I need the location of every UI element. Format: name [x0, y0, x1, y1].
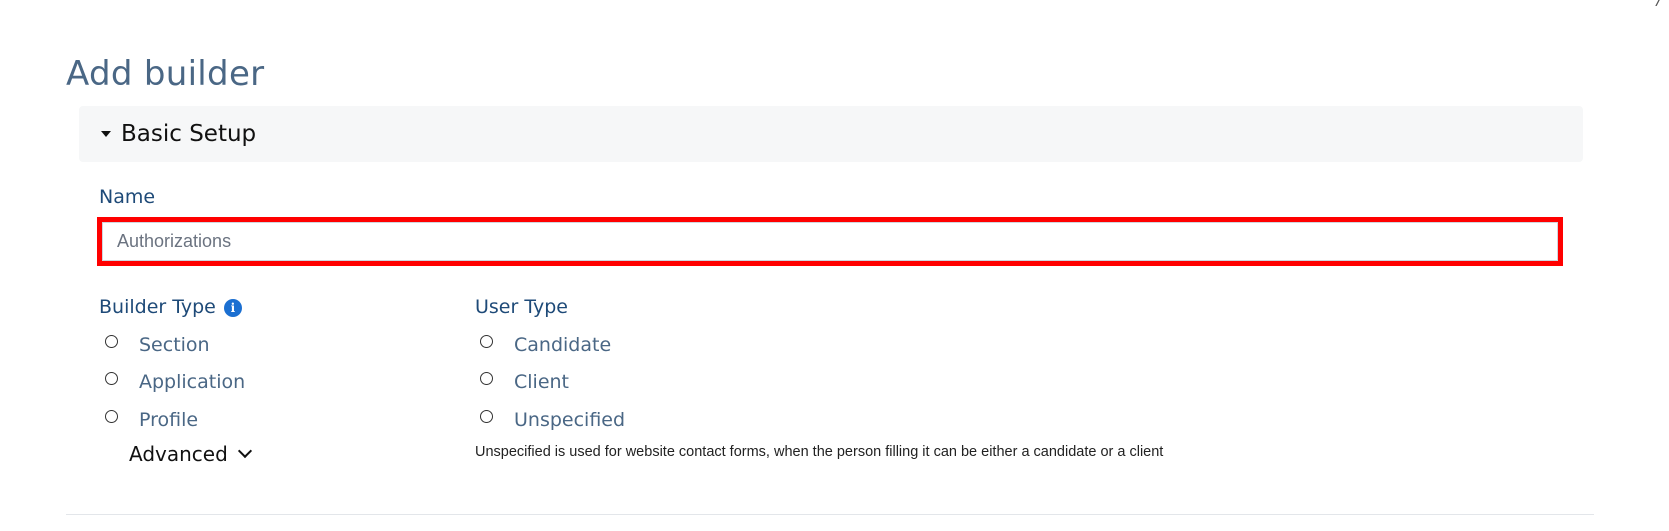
close-icon[interactable]: ╱: [1655, 0, 1669, 6]
user-type-option-candidate[interactable]: Candidate: [480, 334, 611, 356]
advanced-label: Advanced: [129, 442, 228, 466]
radio-button[interactable]: [105, 409, 118, 423]
caret-down-icon: [101, 131, 111, 137]
builder-type-option-section[interactable]: Section: [105, 334, 210, 356]
user-type-option-unspecified[interactable]: Unspecified: [480, 409, 625, 431]
radio-label: Candidate: [514, 334, 612, 356]
builder-type-label-text: Builder Type: [99, 296, 216, 318]
radio-button[interactable]: [105, 334, 118, 348]
radio-button[interactable]: [105, 371, 118, 385]
radio-label: Section: [139, 334, 210, 356]
chevron-down-icon: [237, 443, 252, 459]
radio-label: Profile: [139, 409, 199, 431]
name-label: Name: [99, 186, 156, 208]
info-icon[interactable]: i: [223, 299, 242, 317]
advanced-toggle[interactable]: Advanced: [129, 442, 252, 466]
radio-button[interactable]: [480, 409, 493, 423]
radio-label: Unspecified: [514, 409, 626, 431]
radio-button[interactable]: [480, 371, 493, 385]
builder-type-option-application[interactable]: Application: [105, 371, 245, 393]
radio-label: Application: [139, 371, 246, 393]
user-type-help-text: Unspecified is used for website contact …: [475, 444, 1164, 460]
user-type-option-client[interactable]: Client: [480, 371, 569, 393]
section-header-basic-setup[interactable]: Basic Setup: [79, 106, 1583, 162]
user-type-label: User Type: [475, 296, 568, 318]
builder-type-label: Builder Type i: [99, 296, 242, 318]
name-field-highlight: [97, 217, 1563, 266]
name-input[interactable]: [102, 222, 1558, 261]
builder-type-option-profile[interactable]: Profile: [105, 409, 198, 431]
divider: [66, 514, 1594, 515]
section-title: Basic Setup: [121, 121, 257, 147]
radio-button[interactable]: [480, 334, 493, 348]
radio-label: Client: [514, 371, 570, 393]
page-title: Add builder: [66, 54, 265, 94]
